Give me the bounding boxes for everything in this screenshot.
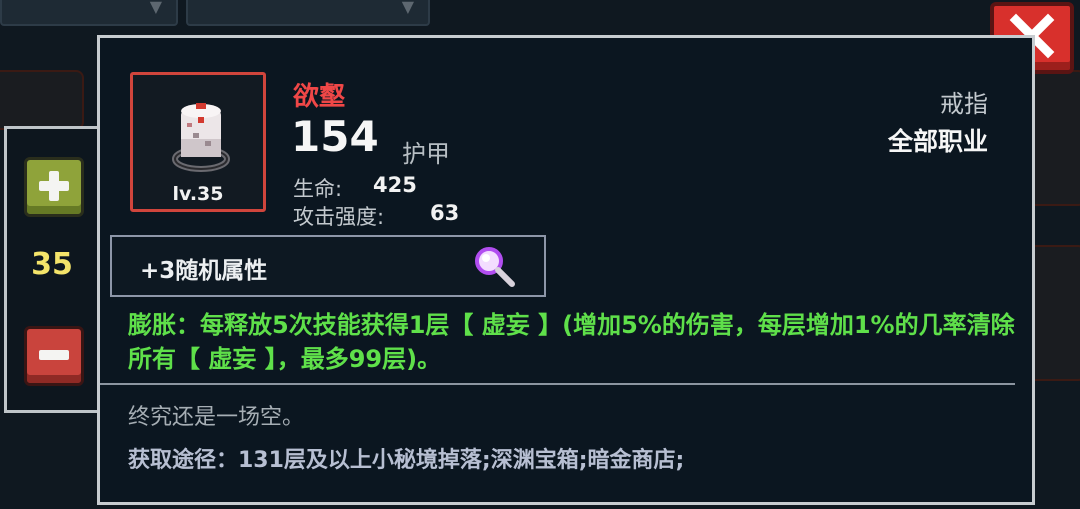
item-source-text: 获取途径：131层及以上小秘境掉落;深渊宝箱;暗金商店; <box>128 448 685 473</box>
quantity-stepper: 35 <box>4 126 100 413</box>
divider <box>100 383 1015 385</box>
chevron-down-icon: ▼ <box>149 0 162 16</box>
stat-row-hp: 生命: 425 <box>293 173 417 203</box>
ring-item-icon <box>172 103 230 172</box>
filter-tab-right[interactable]: ▼ <box>186 0 430 26</box>
stat-value: 63 <box>430 201 460 225</box>
item-icon-frame: lv.35 <box>130 72 266 212</box>
random-attribute-box[interactable]: +3随机属性 <box>110 235 546 297</box>
inventory-slot[interactable] <box>0 70 84 130</box>
stat-row-attack: 攻击强度: 63 <box>293 201 459 231</box>
item-slot-type: 戒指 <box>940 90 988 118</box>
item-level: lv.35 <box>172 183 224 205</box>
chevron-down-icon: ▼ <box>401 0 414 16</box>
item-power-label: 护甲 <box>402 140 450 168</box>
decrease-button[interactable] <box>24 326 84 386</box>
increase-button[interactable] <box>24 157 84 217</box>
random-attribute-label: +3随机属性 <box>140 258 268 284</box>
filter-tab-left[interactable]: ▼ <box>0 0 178 26</box>
stat-label: 攻击强度: <box>293 205 385 229</box>
filter-tabs: ▼ ▼ <box>0 0 440 26</box>
item-flavor-text: 终究还是一场空。 <box>128 405 305 430</box>
magnifier-icon[interactable] <box>472 245 518 289</box>
stat-label: 生命: <box>293 177 343 201</box>
item-class-restriction: 全部职业 <box>887 127 988 156</box>
item-tooltip: lv.35 欲壑 154 护甲 生命: 425 攻击强度: 63 戒指 全部职业… <box>97 35 1035 505</box>
item-name: 欲壑 <box>293 82 346 112</box>
item-power-value: 154 <box>291 112 379 161</box>
stat-value: 425 <box>373 173 417 197</box>
quantity-value: 35 <box>31 247 73 282</box>
item-skill-description: 膨胀：每释放5次技能获得1层【 虚妄 】(增加5%的伤害，每层增加1%的几率清除… <box>128 311 1015 373</box>
